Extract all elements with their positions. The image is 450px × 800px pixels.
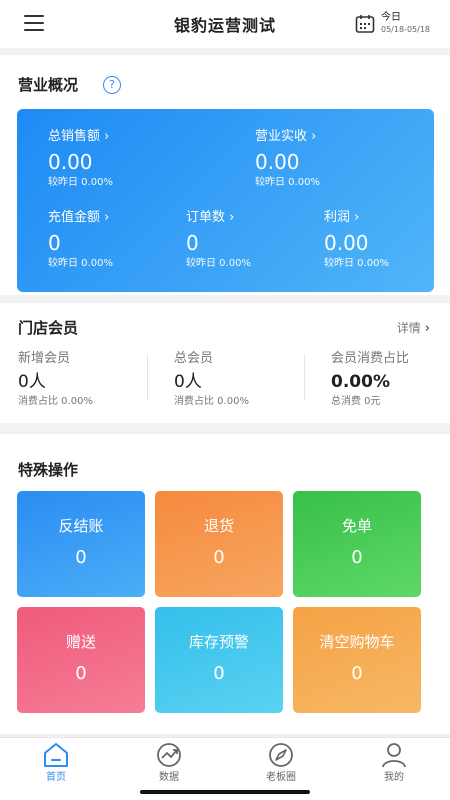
tab-home[interactable]: 首页 [26, 742, 86, 784]
member-stat-label: 会员消费占比 [331, 351, 410, 366]
op-label: 清空购物车 [319, 633, 395, 651]
metric-value: 0.00 [255, 150, 300, 174]
member-stat-new: 新增会员 0人 消费占比 0.00% [18, 350, 93, 409]
op-tile-return[interactable]: 退货 0 [155, 491, 283, 597]
chevron-right-icon: › [424, 321, 430, 336]
members-title: 门店会员 [18, 319, 79, 337]
metric-compare: 较昨日 0.00% [324, 258, 389, 269]
member-stat-sub: 消费占比 0.00% [18, 396, 93, 407]
store-members-section: 门店会员 详情 › 新增会员 0人 消费占比 0.00% 总会员 0人 消费占比 … [0, 303, 450, 423]
metric-total-sales[interactable]: 总销售额 › 0.00 较昨日 0.00% [48, 128, 113, 190]
member-stat-sub: 总消费 0元 [331, 396, 381, 407]
home-icon [44, 743, 68, 767]
overview-title: 营业概况 [18, 76, 79, 94]
tab-label: 首页 [46, 772, 66, 783]
metric-value: 0 [48, 231, 61, 255]
op-value: 0 [351, 547, 363, 568]
op-value: 0 [75, 547, 87, 568]
metric-compare: 较昨日 0.00% [255, 177, 320, 188]
op-label: 反结账 [58, 517, 104, 535]
metric-label: 充值金额 › [48, 210, 110, 225]
op-tile-gift[interactable]: 赠送 0 [17, 607, 145, 713]
compass-icon [269, 743, 293, 767]
divider [147, 354, 148, 400]
tab-data[interactable]: 数据 [139, 742, 199, 784]
metric-label: 总销售额 › [48, 129, 110, 144]
help-icon[interactable]: ? [103, 76, 121, 94]
metric-value: 0.00 [324, 231, 369, 255]
op-tile-stock-warning[interactable]: 库存预警 0 [155, 607, 283, 713]
overview-card: 总销售额 › 0.00 较昨日 0.00% 营业实收 › 0.00 较昨日 0.… [17, 109, 434, 292]
metric-label: 利润 › [324, 210, 360, 225]
op-label: 免单 [341, 517, 372, 535]
calendar-icon [355, 14, 375, 33]
op-value: 0 [213, 547, 225, 568]
op-label: 库存预警 [188, 633, 249, 651]
metric-compare: 较昨日 0.00% [48, 258, 113, 269]
tab-label: 我的 [384, 772, 404, 783]
date-picker[interactable]: 今日 05/18-05/18 [355, 12, 430, 35]
metric-profit[interactable]: 利润 › 0.00 较昨日 0.00% [324, 209, 389, 271]
home-indicator [140, 790, 310, 794]
member-stat-value: 0.00% [331, 372, 390, 392]
date-range-label: 05/18-05/18 [381, 25, 430, 34]
op-tile-clear-cart[interactable]: 清空购物车 0 [293, 607, 421, 713]
member-stat-sub: 消费占比 0.00% [174, 396, 249, 407]
date-today-label: 今日 [381, 12, 401, 23]
metric-value: 0.00 [48, 150, 93, 174]
data-trend-icon [157, 743, 181, 767]
member-stat-value: 0人 [174, 372, 202, 392]
tab-label: 数据 [159, 772, 179, 783]
metric-recharge-amount[interactable]: 充值金额 › 0 较昨日 0.00% [48, 209, 113, 271]
business-overview-section: 营业概况 ? 总销售额 › 0.00 较昨日 0.00% 营业实收 › 0.00… [0, 55, 450, 295]
divider [304, 354, 305, 400]
member-stat-label: 新增会员 [18, 351, 71, 366]
member-stat-consumption-ratio: 会员消费占比 0.00% 总消费 0元 [331, 350, 409, 409]
detail-label: 详情 [396, 321, 421, 335]
metric-compare: 较昨日 0.00% [186, 258, 251, 269]
op-label: 赠送 [65, 633, 96, 651]
menu-icon[interactable] [24, 15, 44, 31]
member-stat-value: 0人 [18, 372, 46, 392]
metric-value: 0 [186, 231, 199, 255]
user-icon [382, 743, 406, 768]
metric-label: 营业实收 › [255, 129, 317, 144]
ops-title: 特殊操作 [18, 461, 79, 479]
tab-mine[interactable]: 我的 [364, 742, 424, 784]
member-stat-total: 总会员 0人 消费占比 0.00% [174, 350, 249, 409]
op-value: 0 [213, 663, 225, 684]
op-label: 退货 [203, 517, 234, 535]
op-tile-free-order[interactable]: 免单 0 [293, 491, 421, 597]
app-header: 银豹运营测试 今日 05/18-05/18 [0, 0, 450, 48]
tab-label: 老板圈 [266, 772, 296, 783]
metric-label: 订单数 › [186, 210, 235, 225]
tab-boss-circle[interactable]: 老板圈 [251, 742, 311, 784]
metric-actual-revenue[interactable]: 营业实收 › 0.00 较昨日 0.00% [255, 128, 320, 190]
metric-order-count[interactable]: 订单数 › 0 较昨日 0.00% [186, 209, 251, 271]
members-detail-link[interactable]: 详情 › [397, 319, 430, 336]
metric-compare: 较昨日 0.00% [48, 177, 113, 188]
op-value: 0 [75, 663, 87, 684]
member-stat-label: 总会员 [174, 351, 214, 366]
special-operations-section: 特殊操作 反结账 0 退货 0 免单 0 赠送 0 库存预警 0 清空购物车 0 [0, 434, 450, 734]
op-tile-reverse-checkout[interactable]: 反结账 0 [17, 491, 145, 597]
app-title: 银豹运营测试 [173, 16, 276, 35]
op-value: 0 [351, 663, 363, 684]
